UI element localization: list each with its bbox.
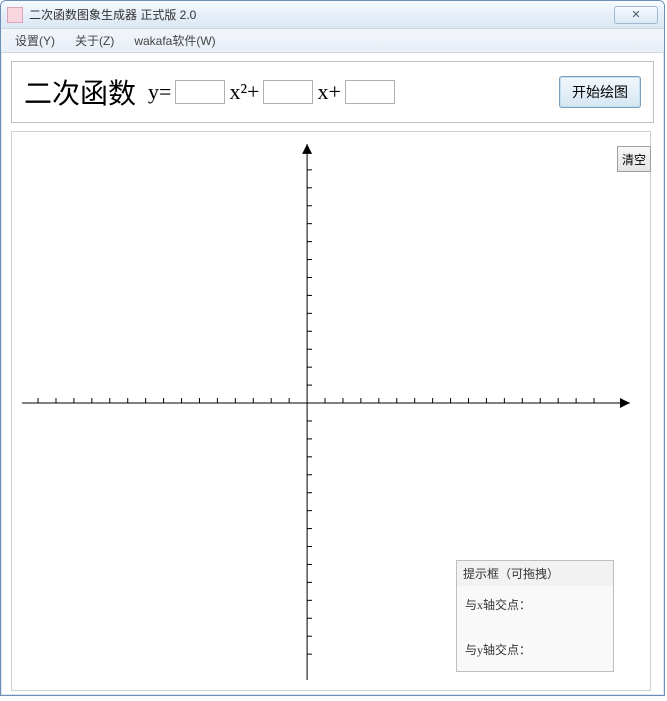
x-squared-plus-label: x²+ (229, 79, 259, 105)
plot-area: 清空 (11, 131, 651, 691)
app-window: 二次函数图象生成器 正式版 2.0 ✕ 设置(Y) 关于(Z) wakafa软件… (0, 0, 665, 696)
menubar: 设置(Y) 关于(Z) wakafa软件(W) (1, 29, 664, 53)
content-area: 二次函数 y= x²+ x+ 开始绘图 清空 (1, 53, 664, 701)
hint-title: 提示框（可拖拽） (457, 560, 613, 586)
menu-wakafa[interactable]: wakafa软件(W) (124, 30, 225, 51)
formula-expression: y= x²+ x+ (148, 79, 395, 105)
menu-settings[interactable]: 设置(Y) (5, 30, 65, 51)
app-icon (7, 7, 23, 23)
x-plus-label: x+ (317, 79, 340, 105)
hint-y-row: 与y轴交点： (457, 613, 613, 658)
titlebar[interactable]: 二次函数图象生成器 正式版 2.0 ✕ (1, 1, 664, 29)
close-button[interactable]: ✕ (614, 6, 658, 24)
coef-c-input[interactable] (345, 80, 395, 104)
formula-title: 二次函数 (24, 72, 136, 112)
close-icon: ✕ (631, 8, 640, 21)
hint-box[interactable]: 提示框（可拖拽） 与x轴交点： 与y轴交点： (456, 560, 614, 672)
coef-a-input[interactable] (175, 80, 225, 104)
window-title: 二次函数图象生成器 正式版 2.0 (29, 6, 614, 23)
formula-panel: 二次函数 y= x²+ x+ 开始绘图 (11, 61, 654, 123)
hint-y-label: 与y轴交点： (465, 643, 531, 657)
y-equals-label: y= (148, 79, 171, 105)
hint-x-label: 与x轴交点： (465, 598, 531, 612)
menu-about[interactable]: 关于(Z) (65, 30, 124, 51)
hint-x-row: 与x轴交点： (457, 586, 613, 613)
coef-b-input[interactable] (263, 80, 313, 104)
draw-button[interactable]: 开始绘图 (559, 76, 641, 108)
